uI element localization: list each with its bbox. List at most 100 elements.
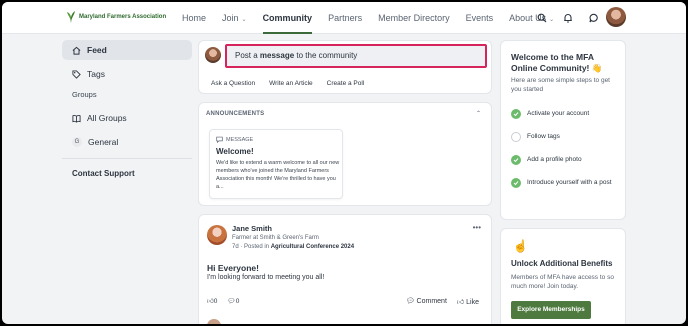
- nav-member-directory-label: Member Directory: [378, 13, 450, 23]
- like-count: 👍︎0: [207, 298, 218, 305]
- nav-join[interactable]: Join ⌄: [214, 2, 255, 34]
- check-icon: [511, 155, 521, 165]
- post-meta: 7d · Posted in Agricultural Conference 2…: [232, 244, 354, 250]
- welcome-panel: Welcome to the MFA Online Community! 👋 H…: [500, 40, 626, 220]
- sidebar-item-label: General: [88, 137, 119, 147]
- chevron-up-icon[interactable]: ⌃: [476, 110, 481, 117]
- comment-count-value: 0: [235, 298, 240, 305]
- step-add-photo[interactable]: Add a profile photo: [511, 155, 623, 165]
- sidebar-item-tags[interactable]: Tags: [62, 64, 192, 84]
- nav-community-label: Community: [262, 13, 313, 23]
- post-author-role: Farmer at Smith & Green's Farm: [232, 235, 319, 241]
- search-icon: [537, 13, 547, 23]
- chat-icon: [589, 13, 598, 23]
- explore-memberships-button[interactable]: Explore Memberships: [511, 301, 591, 319]
- nav-community[interactable]: Community: [255, 2, 321, 34]
- step-activate-account[interactable]: Activate your account: [511, 109, 623, 119]
- post-meta-prefix: 7d · Posted in: [232, 244, 271, 250]
- sidebar-divider: [62, 158, 192, 159]
- notifications-button[interactable]: [560, 10, 576, 26]
- step-label: Introduce yourself with a post: [527, 179, 612, 186]
- avatar: [205, 47, 221, 63]
- empty-circle-icon: [511, 132, 521, 142]
- composer-placeholder-post: to the community: [294, 51, 358, 60]
- contact-support-link[interactable]: Contact Support: [62, 169, 192, 178]
- step-introduce-yourself[interactable]: Introduce yourself with a post: [511, 178, 623, 188]
- announcements-heading: ANNOUNCEMENTS: [206, 111, 265, 117]
- group-badge: G: [72, 137, 82, 147]
- comment-button[interactable]: 💬︎ Comment: [406, 297, 447, 306]
- user-avatar[interactable]: [606, 7, 626, 27]
- nav-partners-label: Partners: [328, 13, 363, 23]
- left-sidebar: Feed Tags Groups All Groups G General Co…: [62, 40, 192, 178]
- ask-question-button[interactable]: Ask a Question: [211, 80, 255, 87]
- messages-button[interactable]: [586, 10, 602, 26]
- unlock-title: Unlock Additional Benefits: [511, 259, 613, 268]
- search-button[interactable]: [534, 10, 550, 26]
- write-article-button[interactable]: Write an Article: [269, 80, 313, 87]
- like-button[interactable]: 👍︎ Like: [457, 297, 479, 306]
- post-stats: 👍︎0 💬︎0: [207, 297, 239, 305]
- main-nav: Home Join ⌄ Community Partners Member Dir…: [174, 2, 562, 34]
- pointing-hand-icon: ☝: [513, 239, 528, 253]
- composer-actions: Ask a Question Write an Article Create a…: [211, 80, 364, 87]
- home-icon: [72, 46, 81, 55]
- nav-member-directory[interactable]: Member Directory: [370, 2, 458, 34]
- announcement-card[interactable]: MESSAGE Welcome! We'd like to extend a w…: [209, 129, 343, 199]
- onboarding-steps: Activate your account Follow tags Add a …: [511, 109, 623, 201]
- comment-count: 💬︎0: [227, 298, 240, 305]
- announcement-title: Welcome!: [216, 147, 254, 156]
- avatar[interactable]: [207, 225, 227, 245]
- composer-placeholder-pre: Post a: [235, 51, 260, 60]
- step-label: Add a profile photo: [527, 156, 582, 163]
- nav-home-label: Home: [182, 13, 207, 23]
- post-composer: Post a message to the community Ask a Qu…: [198, 40, 492, 94]
- post-author[interactable]: Jane Smith: [232, 224, 272, 233]
- nav-events-label: Events: [465, 13, 494, 23]
- post-message-input[interactable]: Post a message to the community: [225, 44, 487, 68]
- top-navigation: Maryland Farmers Association Home Join ⌄ …: [2, 2, 686, 34]
- message-icon: [216, 136, 223, 143]
- nav-join-label: Join: [222, 13, 239, 23]
- announcement-body: We'd like to extend a warm welcome to al…: [216, 160, 340, 190]
- brand-name: Maryland Farmers Association: [79, 14, 167, 20]
- avatar: [207, 319, 221, 324]
- post-title: Hi Everyone!: [207, 263, 259, 273]
- post-group-link[interactable]: Agricultural Conference 2024: [271, 244, 354, 250]
- sidebar-item-feed[interactable]: Feed: [62, 40, 192, 60]
- announcements-panel: ANNOUNCEMENTS ⌃ MESSAGE Welcome! We'd li…: [198, 102, 492, 206]
- more-options-icon[interactable]: •••: [473, 223, 481, 232]
- message-type: MESSAGE: [216, 136, 253, 143]
- welcome-subtitle: Here are some simple steps to get you st…: [511, 77, 610, 93]
- step-follow-tags[interactable]: Follow tags: [511, 132, 623, 142]
- tag-icon: [72, 69, 81, 79]
- step-label: Follow tags: [527, 133, 560, 140]
- chevron-down-icon: ⌄: [241, 17, 247, 23]
- book-icon: [72, 114, 81, 123]
- comment-button-label: Comment: [416, 298, 447, 305]
- check-icon: [511, 109, 521, 119]
- nav-home[interactable]: Home: [174, 2, 214, 34]
- unlock-text: Members of MFA have access to so much mo…: [511, 274, 614, 290]
- like-count-value: 0: [213, 298, 218, 305]
- sidebar-item-label: Tags: [87, 69, 105, 79]
- welcome-title: Welcome to the MFA Online Community! 👋: [511, 52, 603, 73]
- sidebar-item-label: Feed: [87, 45, 107, 55]
- groups-heading: Groups: [72, 90, 97, 99]
- sidebar-item-general[interactable]: G General: [62, 132, 192, 152]
- post-actions: 💬︎ Comment 👍︎ Like: [406, 297, 479, 306]
- app-frame: Maryland Farmers Association Home Join ⌄ …: [2, 2, 686, 324]
- feed-post: Jane Smith Farmer at Smith & Green's Far…: [198, 214, 492, 324]
- check-icon: [511, 178, 521, 188]
- bell-icon: [564, 14, 572, 23]
- sidebar-item-all-groups[interactable]: All Groups: [62, 108, 192, 128]
- leaf-logo-icon: [67, 11, 75, 23]
- create-poll-button[interactable]: Create a Poll: [327, 80, 365, 87]
- composer-placeholder-bold: message: [259, 51, 295, 60]
- nav-events[interactable]: Events: [458, 2, 502, 34]
- message-type-label: MESSAGE: [226, 136, 254, 143]
- brand-logo[interactable]: Maryland Farmers Association: [66, 10, 166, 24]
- like-button-label: Like: [466, 299, 479, 306]
- step-label: Activate your account: [527, 110, 590, 117]
- nav-partners[interactable]: Partners: [320, 2, 370, 34]
